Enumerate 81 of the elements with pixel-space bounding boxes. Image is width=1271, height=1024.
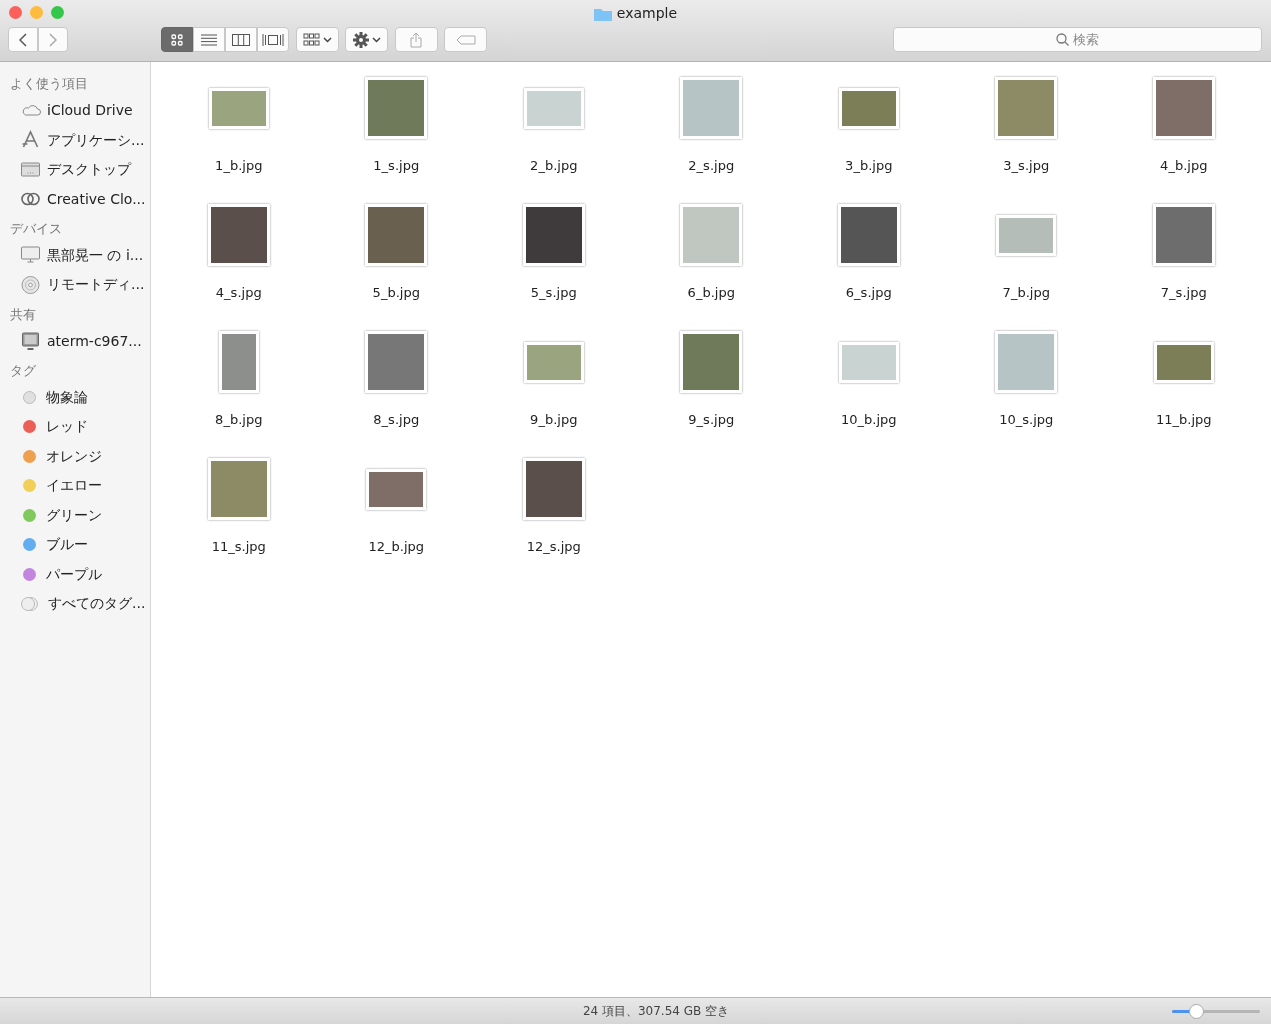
file-name[interactable]: 4_b.jpg	[1160, 156, 1208, 176]
file-name[interactable]: 1_s.jpg	[373, 156, 420, 176]
icon-size-slider[interactable]	[1172, 1003, 1260, 1019]
share-icon	[410, 31, 422, 48]
sidebar-heading: よく使う項目	[9, 75, 89, 93]
tag-icon	[455, 34, 476, 45]
grid-icon	[302, 33, 320, 46]
columns-view-button[interactable]	[225, 27, 257, 52]
sidebar-item[interactable]: aterm-c967...	[0, 326, 150, 356]
chevron-right-icon	[49, 32, 57, 47]
sidebar-item[interactable]: オレンジ	[0, 441, 150, 471]
back-button[interactable]	[8, 27, 38, 52]
list-icon	[201, 33, 217, 46]
icons-view-button[interactable]	[161, 27, 193, 52]
list-view-button[interactable]	[193, 27, 225, 52]
file-name[interactable]: 12_b.jpg	[368, 537, 424, 557]
sidebar-heading: デバイス	[9, 219, 63, 238]
window-title: example	[616, 4, 678, 23]
slider-thumb[interactable]	[1188, 1003, 1204, 1019]
file-name[interactable]: 10_b.jpg	[840, 410, 897, 430]
sidebar-heading: タグ	[9, 361, 37, 380]
sidebar-item[interactable]: アプリケーシ...	[0, 125, 150, 155]
sidebar-heading: 共有	[9, 305, 37, 324]
file-name[interactable]: 5_s.jpg	[530, 283, 577, 303]
search-field[interactable]: 検索	[893, 27, 1262, 52]
disc-icon	[20, 274, 41, 295]
file-name[interactable]: 6_b.jpg	[687, 283, 735, 303]
file-name[interactable]: 3_s.jpg	[1003, 156, 1050, 176]
desktop-icon	[20, 159, 41, 180]
chevron-left-icon	[19, 32, 27, 47]
file-name[interactable]: 7_b.jpg	[1002, 283, 1050, 303]
search-placeholder: 検索	[1073, 30, 1099, 49]
share-button[interactable]	[394, 27, 438, 52]
computer-icon	[20, 331, 41, 351]
file-name[interactable]: 8_b.jpg	[215, 410, 263, 430]
sidebar-item[interactable]: イエロー	[0, 471, 150, 501]
sidebar-item[interactable]: デスクトップ	[0, 154, 150, 185]
sidebar-item[interactable]: ブルー	[0, 530, 150, 560]
coverflow-view-button[interactable]	[257, 27, 289, 52]
tag-button[interactable]	[444, 27, 487, 52]
sidebar-item[interactable]: iCloud Drive	[0, 95, 150, 126]
status-text: 24 項目、307.54 GB 空き	[581, 1003, 731, 1020]
file-name[interactable]: 9_s.jpg	[688, 410, 735, 430]
sidebar-item[interactable]: パープル	[0, 559, 150, 589]
file-name[interactable]: 9_b.jpg	[530, 410, 578, 430]
file-name[interactable]: 2_b.jpg	[530, 156, 578, 176]
gear-icon	[352, 31, 369, 48]
forward-button[interactable]	[38, 27, 68, 52]
sidebar-item[interactable]: Creative Clo...	[0, 184, 150, 214]
gallery-icon	[262, 33, 284, 46]
file-name[interactable]: 7_s.jpg	[1160, 283, 1207, 303]
app-store-icon	[20, 130, 41, 150]
sidebar-item[interactable]: すべてのタグ...	[0, 589, 150, 619]
sidebar-item[interactable]: レッド	[0, 412, 150, 442]
sidebar-item[interactable]: グリーン	[0, 500, 150, 530]
grid-icon	[171, 33, 183, 46]
zoom-button[interactable]	[51, 6, 64, 19]
file-name[interactable]: 8_s.jpg	[373, 410, 420, 430]
file-name[interactable]: 4_s.jpg	[215, 283, 262, 303]
columns-icon	[232, 33, 250, 46]
file-name[interactable]: 1_b.jpg	[215, 156, 263, 176]
file-name[interactable]: 12_s.jpg	[526, 537, 581, 557]
file-name[interactable]: 5_b.jpg	[372, 283, 420, 303]
monitor-icon	[20, 245, 41, 266]
file-name[interactable]: 2_s.jpg	[688, 156, 735, 176]
search-icon	[1056, 33, 1069, 46]
file-name[interactable]: 3_b.jpg	[845, 156, 893, 176]
close-button[interactable]	[9, 6, 22, 19]
file-name[interactable]: 10_s.jpg	[999, 410, 1054, 430]
action-button[interactable]	[345, 27, 388, 52]
folder-icon	[593, 6, 612, 21]
caret-icon	[371, 36, 381, 43]
sidebar-item[interactable]: リモートディ...	[0, 270, 150, 300]
sidebar-item[interactable]: 物象論	[0, 382, 150, 412]
file-name[interactable]: 6_s.jpg	[845, 283, 892, 303]
file-name[interactable]: 11_b.jpg	[1155, 410, 1212, 430]
arrange-button[interactable]	[295, 27, 339, 52]
caret-icon	[322, 36, 332, 43]
file-name[interactable]: 11_s.jpg	[211, 537, 266, 557]
minimize-button[interactable]	[30, 6, 43, 19]
sidebar-item[interactable]: 黒部晃一 の i...	[0, 240, 150, 270]
